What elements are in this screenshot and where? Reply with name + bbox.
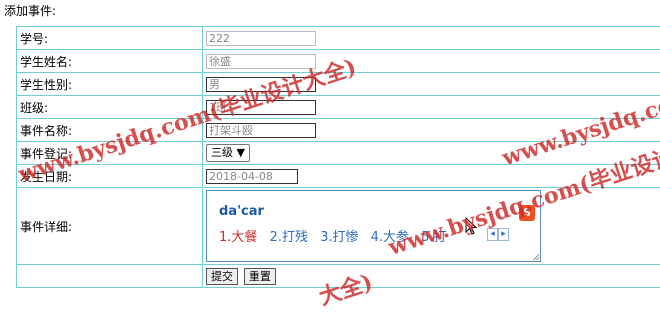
detail-label: 事件详细: (17, 188, 203, 265)
ime-candidate[interactable]: 1.大餐 (219, 230, 257, 245)
submit-button[interactable]: 提交 (206, 268, 238, 285)
detail-textarea[interactable]: da'car S 1.大餐 2.打残 3.打惨 4.大参 5.打 ◂▸ (206, 190, 541, 262)
row-buttons: 提交 重置 (17, 265, 660, 288)
ime-candidate[interactable]: 3.打惨 (320, 230, 358, 245)
sogou-logo-icon: S (519, 205, 535, 221)
event-level-select[interactable]: 三级 ▼ (206, 144, 250, 162)
student-gender-input[interactable] (206, 77, 316, 92)
ime-pager: ◂▸ (487, 228, 509, 241)
row-class: 班级: (17, 96, 660, 119)
date-input[interactable] (206, 169, 298, 184)
student-name-label: 学生姓名: (17, 50, 203, 73)
add-event-form: 学号: 学生姓名: 学生性别: 班级: 事件名称: 事件登记: 三级 ▼ 发生日… (16, 26, 660, 288)
ime-candidates: 1.大餐 2.打残 3.打惨 4.大参 5.打 (219, 226, 455, 245)
page-title: 添加事件: (4, 2, 56, 19)
ime-candidate-popup: da'car S 1.大餐 2.打残 3.打惨 4.大参 5.打 ◂▸ (207, 198, 525, 248)
event-name-label: 事件名称: (17, 119, 203, 142)
date-label: 发生日期: (17, 165, 203, 188)
row-student-id: 学号: (17, 27, 660, 50)
student-id-label: 学号: (17, 27, 203, 50)
row-date: 发生日期: (17, 165, 660, 188)
row-event-name: 事件名称: (17, 119, 660, 142)
student-name-input[interactable] (206, 54, 316, 69)
student-gender-label: 学生性别: (17, 73, 203, 96)
event-level-label: 事件登记: (17, 142, 203, 165)
class-label: 班级: (17, 96, 203, 119)
ime-next-icon[interactable]: ▸ (498, 228, 509, 241)
resize-handle-icon[interactable] (533, 254, 539, 260)
ime-composition: da'car (219, 204, 264, 219)
event-name-input[interactable] (206, 123, 316, 138)
reset-button[interactable]: 重置 (244, 268, 276, 285)
ime-candidate[interactable]: 4.大参 (371, 230, 409, 245)
class-input[interactable] (206, 100, 316, 115)
ime-candidate[interactable]: 5.打 (421, 230, 446, 245)
student-id-input[interactable] (206, 31, 316, 46)
row-student-gender: 学生性别: (17, 73, 660, 96)
ime-prev-icon[interactable]: ◂ (487, 228, 498, 241)
mouse-pointer-icon (465, 217, 477, 235)
row-event-level: 事件登记: 三级 ▼ (17, 142, 660, 165)
row-student-name: 学生姓名: (17, 50, 660, 73)
ime-candidate[interactable]: 2.打残 (270, 230, 308, 245)
row-detail: 事件详细: da'car S 1.大餐 2.打残 3.打惨 4.大参 5.打 ◂… (17, 188, 660, 265)
